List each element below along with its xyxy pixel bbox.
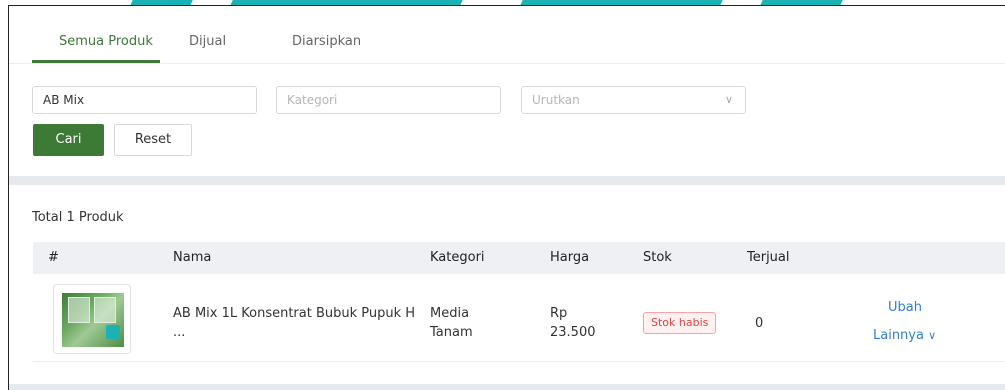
category-input[interactable] bbox=[276, 86, 501, 114]
product-category-line1: Media bbox=[430, 306, 470, 321]
product-price-value: 23.500 bbox=[550, 325, 596, 340]
edit-link[interactable]: Ubah bbox=[888, 300, 922, 315]
header-stok: Stok bbox=[643, 250, 672, 265]
status-badge: Stok habis bbox=[643, 312, 717, 334]
total-products-label: Total 1 Produk bbox=[32, 210, 124, 225]
table-row: AB Mix 1L Konsentrat Bubuk Pupuk H ... M… bbox=[33, 274, 1005, 362]
reset-button[interactable]: Reset bbox=[114, 124, 192, 156]
product-price: Rp 23.500 bbox=[550, 304, 596, 342]
chevron-down-icon: ∨ bbox=[724, 93, 733, 106]
product-name-line2: ... bbox=[173, 325, 186, 340]
more-actions-link[interactable]: Lainnya ∨ bbox=[873, 328, 936, 343]
sort-select[interactable]: Urutkan ∨ bbox=[521, 86, 746, 114]
bottom-divider bbox=[9, 384, 1005, 390]
more-actions-label: Lainnya bbox=[873, 328, 924, 343]
tab-semua-produk[interactable]: Semua Produk bbox=[59, 34, 153, 49]
header-terjual: Terjual bbox=[747, 250, 790, 265]
search-button[interactable]: Cari bbox=[33, 124, 104, 156]
tab-bar: Semua Produk Dijual Diarsipkan bbox=[9, 6, 1005, 64]
section-divider bbox=[9, 176, 1005, 185]
header-harga: Harga bbox=[550, 250, 590, 265]
product-pack-right bbox=[94, 297, 116, 323]
product-sold-count: 0 bbox=[755, 316, 764, 331]
product-pack-left bbox=[68, 297, 90, 323]
product-name[interactable]: AB Mix 1L Konsentrat Bubuk Pupuk H ... bbox=[173, 304, 415, 342]
product-price-currency: Rp bbox=[550, 306, 568, 321]
product-thumbnail[interactable] bbox=[53, 284, 131, 354]
chevron-down-icon: ∨ bbox=[928, 329, 937, 342]
product-category-line2: Tanam bbox=[430, 325, 473, 340]
product-name-line1: AB Mix 1L Konsentrat Bubuk Pupuk H bbox=[173, 306, 416, 321]
search-input[interactable] bbox=[32, 86, 257, 114]
product-category: Media Tanam bbox=[430, 304, 473, 342]
tab-dijual[interactable]: Dijual bbox=[189, 34, 226, 49]
active-tab-indicator bbox=[32, 60, 160, 63]
header-nama: Nama bbox=[173, 250, 212, 265]
header-kategori: Kategori bbox=[430, 250, 485, 265]
header-index: # bbox=[48, 250, 59, 265]
tab-diarsipkan[interactable]: Diarsipkan bbox=[292, 34, 361, 49]
product-label-tag bbox=[106, 325, 120, 339]
sort-select-placeholder: Urutkan bbox=[532, 93, 580, 107]
product-list-panel: Semua Produk Dijual Diarsipkan Urutkan ∨… bbox=[8, 5, 1005, 390]
table-header: # Nama Kategori Harga Stok Terjual bbox=[33, 242, 1005, 274]
